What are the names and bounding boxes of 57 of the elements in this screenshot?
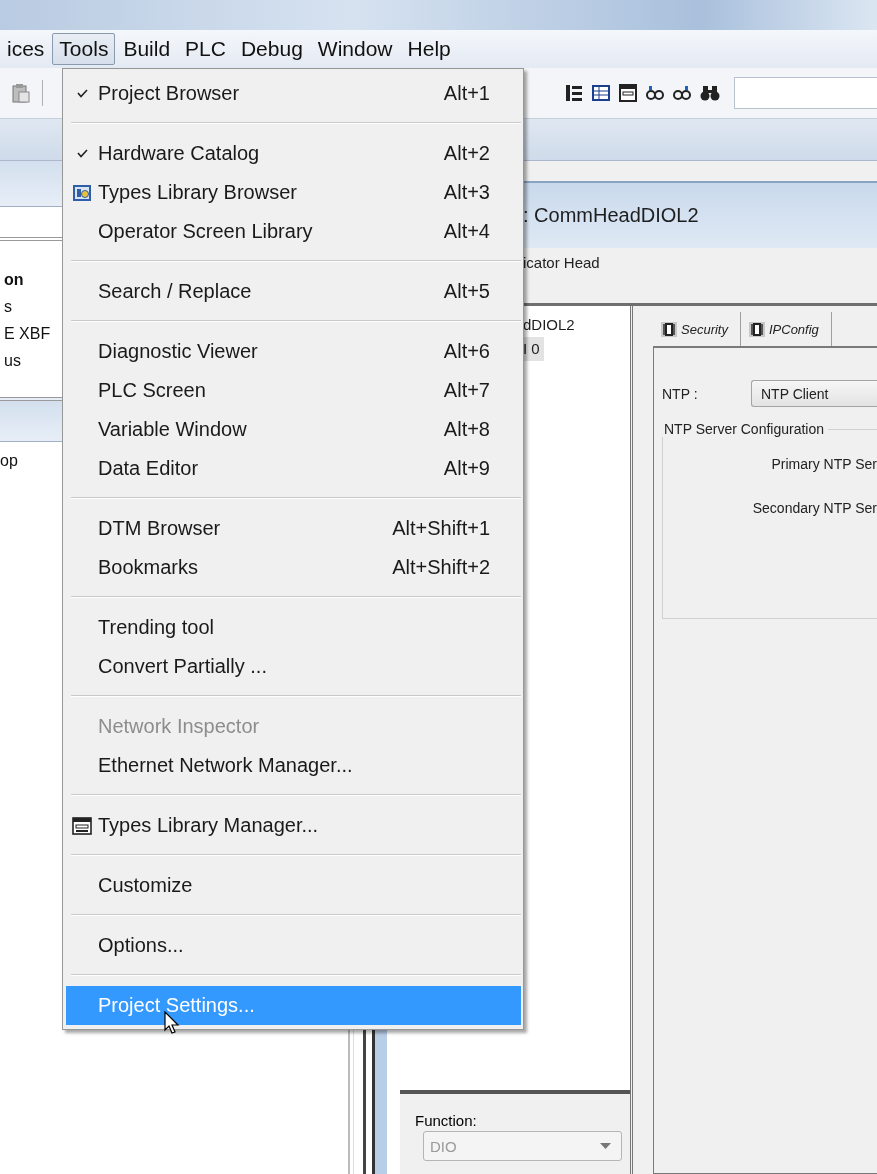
menu-item[interactable]: Variable Window Alt+8 bbox=[66, 410, 521, 449]
ntp-dropdown[interactable]: NTP Client bbox=[751, 380, 877, 407]
panel-header bbox=[0, 161, 62, 207]
menu-item[interactable]: Ethernet Network Manager... bbox=[66, 746, 521, 785]
menu-item[interactable]: Types Library Browser Alt+3 bbox=[66, 173, 521, 212]
module-icon bbox=[661, 321, 677, 337]
menu-item[interactable]: Project Browser Alt+1 bbox=[66, 74, 521, 113]
menu-bar-item[interactable]: Tools bbox=[52, 33, 116, 65]
group-title: NTP Server Configuration bbox=[660, 421, 829, 437]
tree-item[interactable]: I 0 bbox=[523, 337, 544, 361]
checkmark-icon bbox=[76, 89, 88, 98]
library-icon bbox=[72, 816, 92, 835]
panel-heading: on bbox=[4, 270, 25, 290]
panel-item: E XBF bbox=[4, 324, 52, 344]
dropdown-arrow-icon bbox=[600, 1143, 611, 1149]
ntp-label: NTP : bbox=[662, 385, 699, 402]
menu-item[interactable]: Bookmarks Alt+Shift+2 bbox=[66, 548, 521, 587]
tab[interactable]: Security bbox=[653, 312, 741, 346]
tab[interactable]: IPConfig bbox=[740, 312, 832, 346]
module-icon bbox=[748, 321, 765, 337]
field-label: Secondary NTP Ser bbox=[751, 500, 877, 516]
menu-item[interactable]: Operator Screen Library Alt+4 bbox=[66, 212, 521, 251]
menu-item[interactable]: Data Editor Alt+9 bbox=[66, 449, 521, 488]
function-label: Function: bbox=[415, 1112, 477, 1129]
checkmark-icon bbox=[76, 149, 88, 158]
panel-item: op bbox=[0, 452, 18, 469]
device-description: icator Head bbox=[523, 254, 600, 271]
menu-item[interactable]: Types Library Manager... bbox=[66, 806, 521, 845]
menu-bar-item[interactable]: Help bbox=[400, 33, 458, 65]
find-icon bbox=[673, 84, 691, 102]
library-icon bbox=[619, 84, 637, 102]
panel-item: s bbox=[4, 297, 13, 317]
tree-item[interactable]: dDIOL2 bbox=[523, 313, 579, 337]
window-title: : CommHeadDIOL2 bbox=[523, 204, 699, 227]
paste-icon bbox=[12, 83, 30, 103]
menu-item[interactable]: Hardware Catalog Alt+2 bbox=[66, 134, 521, 173]
menu-bar-item[interactable]: Window bbox=[310, 33, 400, 65]
menu-bar-item[interactable]: Build bbox=[116, 33, 178, 65]
menu-item[interactable]: PLC Screen Alt+7 bbox=[66, 371, 521, 410]
field-label: Primary NTP Ser bbox=[770, 456, 877, 472]
tree-icon bbox=[565, 84, 583, 102]
table-icon bbox=[592, 85, 610, 101]
menu-bar-item[interactable]: ices bbox=[0, 33, 52, 65]
menu-item[interactable]: Customize bbox=[66, 866, 521, 905]
panel-item: us bbox=[4, 351, 22, 371]
find-icon bbox=[646, 84, 664, 102]
menu-bar-item[interactable]: Debug bbox=[233, 33, 310, 65]
menu-bar-item[interactable]: PLC bbox=[178, 33, 233, 65]
menu-item[interactable]: Convert Partially ... bbox=[66, 647, 521, 686]
menu-item[interactable]: Search / Replace Alt+5 bbox=[66, 272, 521, 311]
search-field[interactable] bbox=[734, 77, 877, 109]
binoculars-icon bbox=[700, 84, 720, 102]
menu-item[interactable]: Diagnostic Viewer Alt+6 bbox=[66, 332, 521, 371]
menu-item[interactable]: DTM Browser Alt+Shift+1 bbox=[66, 509, 521, 548]
library-icon bbox=[72, 183, 92, 202]
menu-item[interactable]: Options... bbox=[66, 926, 521, 965]
menu-item[interactable]: Trending tool bbox=[66, 608, 521, 647]
